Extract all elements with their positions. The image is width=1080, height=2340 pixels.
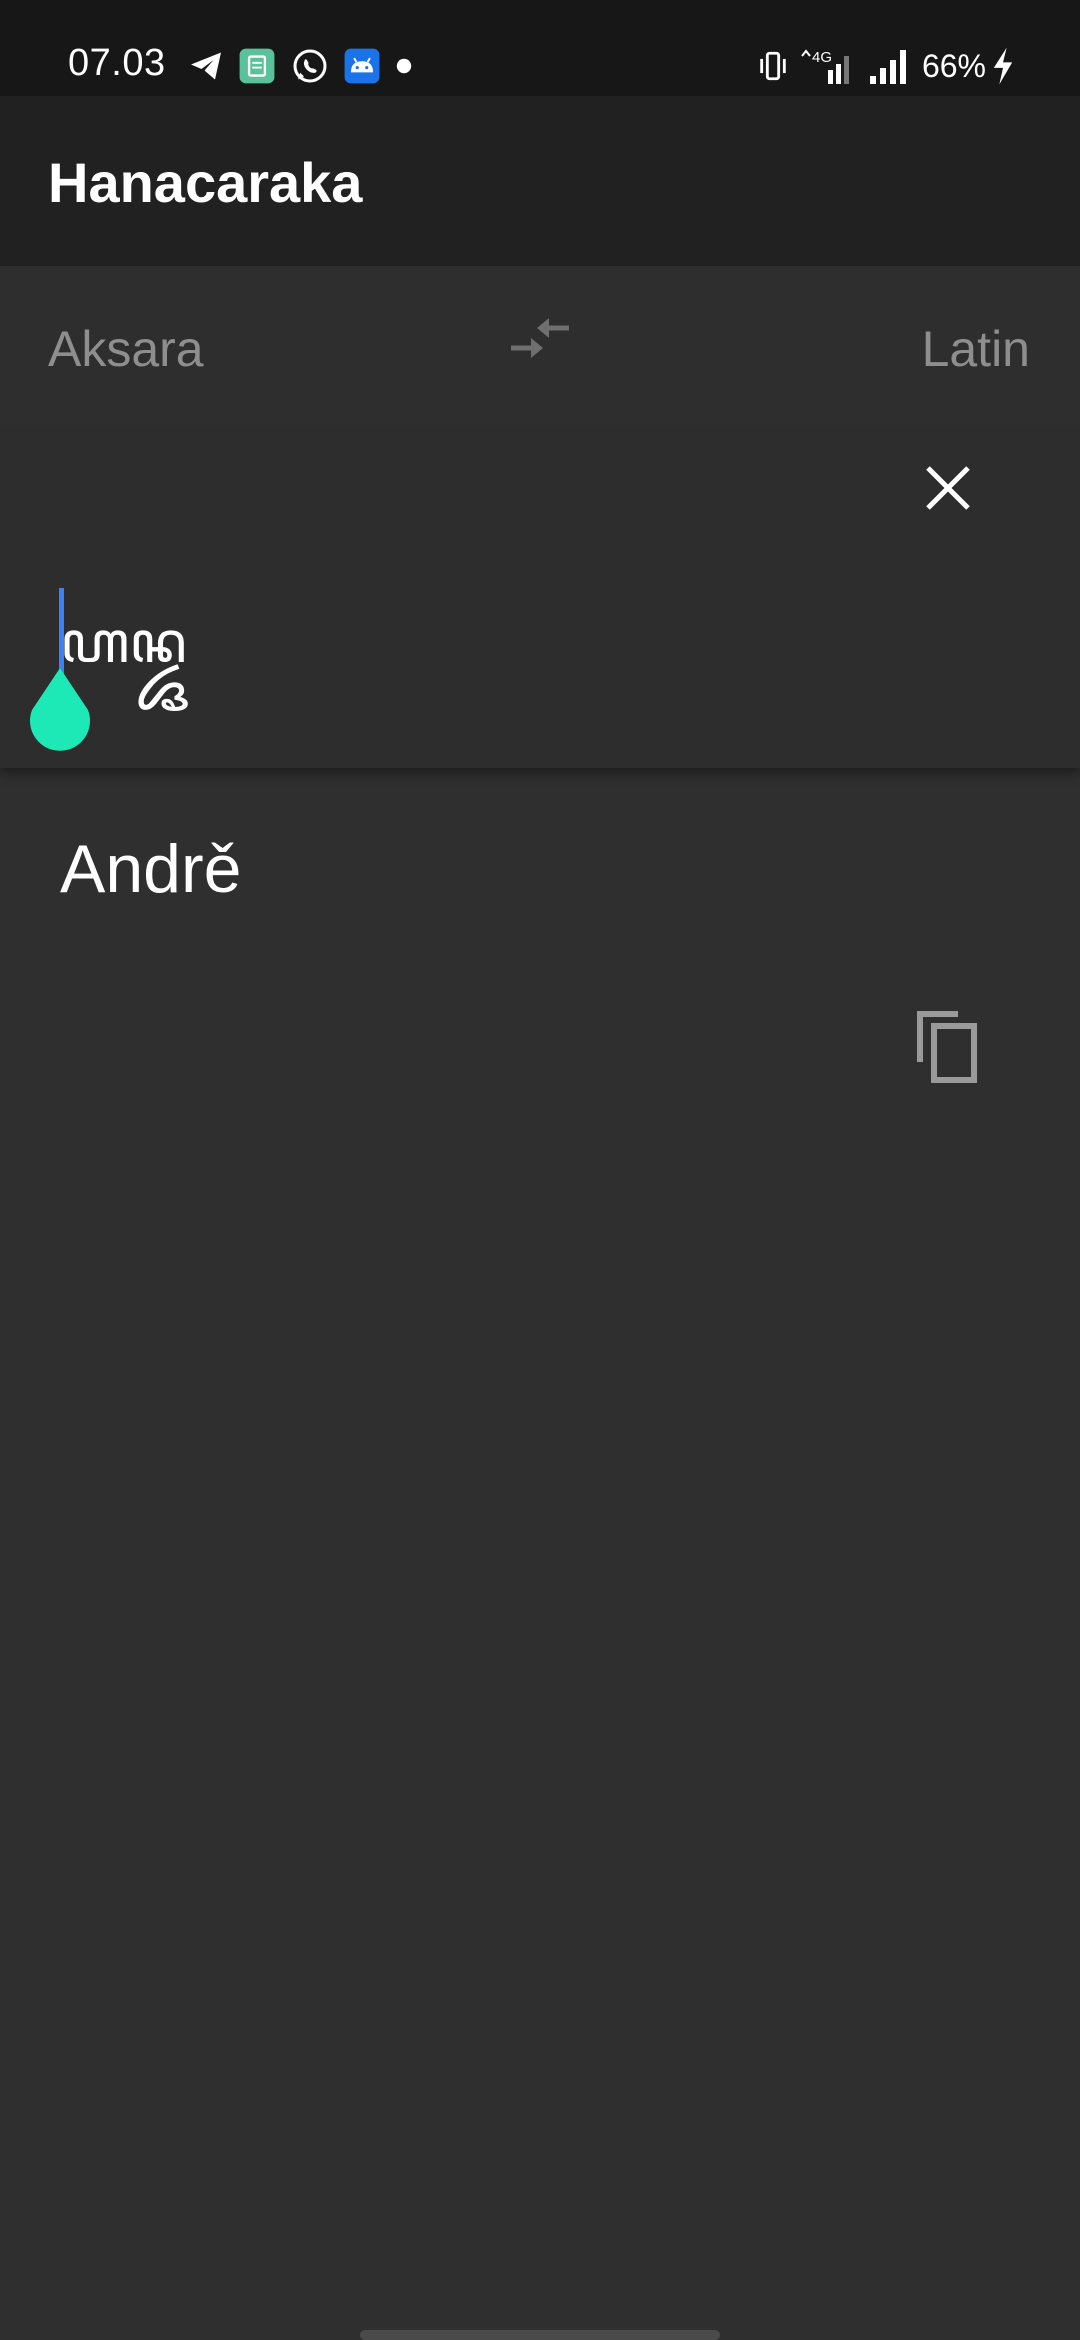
- signal-icon: [869, 50, 906, 84]
- target-language-button[interactable]: Latin: [922, 320, 1030, 378]
- dot-icon: [396, 58, 412, 74]
- whatsapp-icon: [293, 49, 327, 83]
- calculator-app-icon: [239, 48, 275, 84]
- text-cursor: [59, 588, 64, 678]
- network-label: 4G: [812, 49, 832, 66]
- app-title: Hanacaraka: [48, 151, 363, 214]
- vibrate-icon: [760, 51, 786, 81]
- source-language-button[interactable]: Aksara: [48, 320, 204, 378]
- battery-percent: 66%: [921, 47, 986, 84]
- mobile-data-4g-icon: 4G: [801, 49, 849, 84]
- latin-output-text: Andrě: [60, 831, 242, 907]
- app-screen: 07.03 4G 66% Hanacaraka Aksara Latin ꦲꦤ꧀…: [0, 0, 1080, 2340]
- status-bar: 07.03 4G 66%: [0, 0, 1080, 96]
- status-time: 07.03: [68, 42, 166, 84]
- copy-icon[interactable]: [912, 1006, 984, 1090]
- status-right: 4G 66%: [756, 44, 1014, 88]
- android-app-icon: [344, 48, 380, 84]
- telegram-icon: [191, 52, 221, 80]
- home-indicator[interactable]: [360, 2330, 720, 2340]
- swap-arrows-icon[interactable]: [505, 310, 575, 370]
- cursor-handle-icon[interactable]: [26, 668, 94, 752]
- close-icon[interactable]: [920, 460, 976, 516]
- charging-bolt-icon: [993, 47, 1013, 85]
